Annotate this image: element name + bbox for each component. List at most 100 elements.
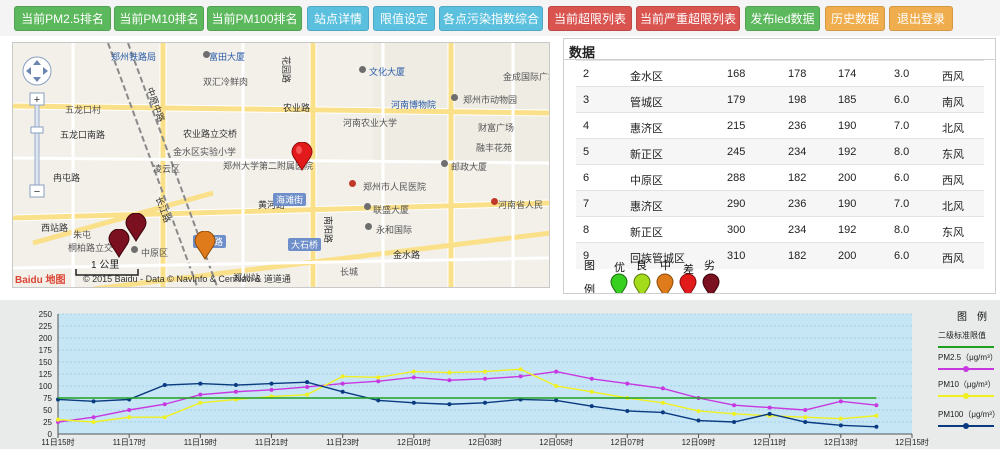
cell-pm25: 179	[727, 94, 746, 106]
pollution-chart: 0 25 50 75 100 125 150 175 200 225 250 11日15时 11日17时…	[0, 300, 1000, 449]
table-row: 6 中原区 288 182 200 6.0 西风	[576, 164, 984, 191]
map-marker-moderate[interactable]	[194, 231, 216, 261]
pm100-ranking-button[interactable]: 当前PM100排名	[207, 6, 302, 31]
cell-district: 中原区	[630, 175, 663, 187]
data-point	[198, 392, 203, 397]
map-label: 花园路	[281, 55, 292, 84]
data-point	[625, 408, 630, 413]
limit-settings-button[interactable]: 限值设定	[373, 6, 435, 31]
data-point	[732, 411, 737, 416]
cell-id: 7	[583, 198, 590, 210]
data-point	[233, 383, 238, 388]
table-row: 8 新正区 300 234 192 8.0 东风	[576, 216, 984, 243]
data-point	[233, 389, 238, 394]
cell-pm10: 178	[788, 68, 807, 80]
severe-over-limit-list-button[interactable]: 当前严重超限列表	[636, 6, 740, 31]
level-legend: 图 例 优 良 中 差 劣	[584, 257, 984, 294]
data-point	[376, 379, 381, 384]
history-data-button[interactable]: 历史数据	[825, 6, 885, 31]
map-label: 五龙口南路	[60, 130, 106, 140]
data-point	[803, 420, 808, 424]
svg-text:−: −	[34, 186, 40, 198]
cell-pm10: 234	[788, 224, 807, 236]
cell-id: 5	[583, 146, 590, 158]
cell-district: 金水区	[630, 71, 663, 83]
cell-wind-speed: 3.0	[894, 68, 910, 80]
publish-led-button[interactable]: 发布led数据	[745, 6, 820, 31]
map-marker-poor[interactable]	[291, 142, 313, 172]
map-zoom-control[interactable]: + −	[21, 55, 55, 225]
data-point	[732, 420, 737, 424]
logout-button[interactable]: 退出登录	[889, 6, 953, 31]
pm10-ranking-button[interactable]: 当前PM10排名	[114, 6, 204, 31]
map[interactable]: 郑州铁路局 富田大厦 文化大厦 双汇冷鲜肉 金成国际广场 河南博物院 郑州市动物…	[12, 42, 550, 288]
y-tick-label: 125	[39, 370, 53, 379]
data-point	[660, 410, 665, 415]
y-tick-label: 225	[39, 322, 53, 331]
data-point	[483, 400, 487, 405]
over-limit-list-button[interactable]: 当前超限列表	[548, 6, 632, 31]
map-label: 财富广场	[478, 123, 515, 133]
pm25-ranking-button[interactable]: 当前PM2.5排名	[14, 6, 111, 31]
data-point	[127, 408, 132, 412]
map-label: 富田大厦	[209, 52, 246, 62]
data-point	[376, 398, 381, 403]
data-point	[162, 383, 167, 388]
hospital-dot	[491, 198, 498, 205]
cell-pm25: 215	[727, 120, 746, 132]
map-marker-severe[interactable]	[108, 229, 130, 259]
map-label: 农业路	[283, 103, 311, 113]
table-row: 3 管城区 179 198 185 6.0 南风	[576, 86, 984, 113]
y-tick-label: 250	[39, 310, 53, 319]
data-point	[554, 384, 559, 388]
data-point	[803, 408, 808, 412]
data-point	[838, 416, 843, 421]
poi-dot	[441, 160, 448, 167]
cell-pm100: 192	[838, 146, 857, 158]
data-point	[447, 378, 452, 383]
data-point	[91, 415, 96, 420]
legend-marker	[963, 366, 969, 372]
x-tick-label: 12日09时	[682, 437, 716, 447]
poi-dot	[359, 66, 366, 73]
legend-label: PM2.5（μg/m³）	[938, 353, 998, 362]
legend-markers	[610, 273, 720, 293]
data-point	[411, 369, 416, 374]
cell-wind-speed: 6.0	[894, 94, 910, 106]
data-point	[483, 376, 487, 381]
cell-pm100: 185	[838, 94, 857, 106]
y-tick-label: 75	[43, 394, 52, 403]
data-point	[589, 389, 594, 394]
legend-title: 例	[584, 284, 595, 294]
data-point	[483, 369, 487, 374]
data-point	[589, 376, 594, 381]
data-point	[447, 402, 452, 407]
data-point	[874, 413, 879, 418]
cell-id: 4	[583, 120, 590, 132]
map-label: 融丰花苑	[476, 143, 513, 153]
data-point	[554, 369, 559, 374]
data-point	[874, 403, 879, 408]
legend-title: 图	[584, 260, 595, 272]
cell-pm10: 236	[788, 198, 807, 210]
map-label: 郑州市动物园	[463, 95, 518, 105]
map-label: 五龙口村	[65, 105, 102, 115]
cell-district: 新正区	[630, 227, 663, 239]
cell-wind-speed: 7.0	[894, 120, 910, 132]
cell-pm100: 200	[838, 172, 857, 184]
station-details-button[interactable]: 站点详情	[307, 6, 369, 31]
chart-legend-title: 图 例	[957, 312, 987, 323]
cell-district: 惠济区	[630, 123, 663, 135]
data-point	[589, 404, 594, 409]
data-point	[305, 380, 310, 385]
cell-id: 3	[583, 94, 590, 106]
cell-pm100: 192	[838, 224, 857, 236]
pollution-index-button[interactable]: 各点污染指数综合	[439, 6, 543, 31]
data-point	[91, 420, 96, 424]
data-point	[305, 384, 310, 389]
data-point	[732, 403, 737, 408]
x-tick-label: 11日15时	[41, 437, 74, 447]
x-tick-label: 11日23时	[326, 437, 359, 447]
data-point	[696, 418, 701, 423]
map-copyright: © 2015 Baidu - Data © NavInfo & CenNavi …	[83, 274, 291, 284]
